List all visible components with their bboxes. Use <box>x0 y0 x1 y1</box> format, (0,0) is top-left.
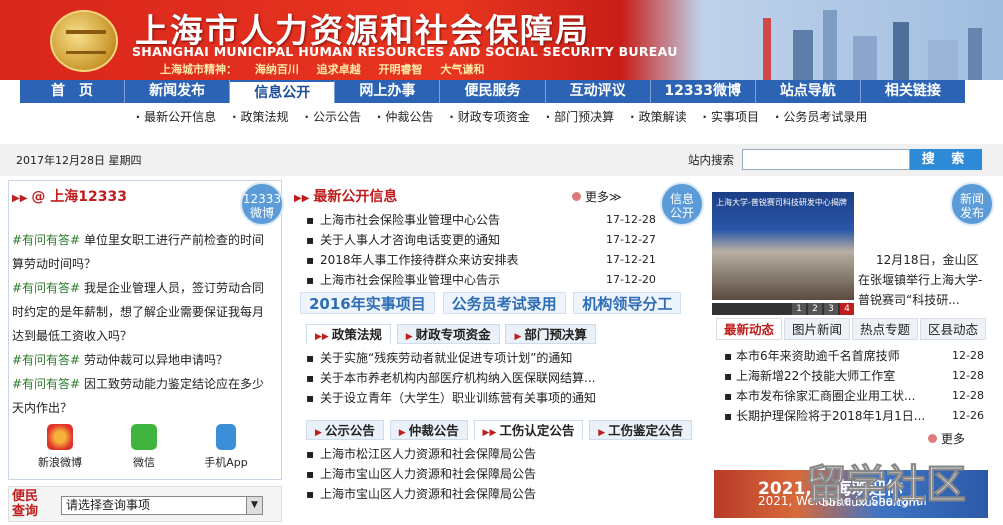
watermark-url: bbs.liuxue86.com <box>822 496 920 509</box>
nav-news[interactable]: 新闻发布 <box>125 80 231 103</box>
latest-info-list: ▪ 上海市社会保险事业管理中心公告 17-12-28 ▪ 关于人事人才咨询电话变更的通… <box>296 210 656 290</box>
list-item[interactable]: ▪ 上海市宝山区人力资源和社会保障局公告 <box>296 464 656 484</box>
nav-online-service[interactable]: 网上办事 <box>335 80 441 103</box>
feature-link[interactable]: 2016年实事项目 <box>300 292 435 314</box>
list-item[interactable]: ▪ 上海新增22个技能大师工作室 12-28 <box>724 366 986 386</box>
tab-district-news[interactable]: 区县动态 <box>920 318 986 340</box>
list-item[interactable]: ▪ 长期护理保险将于2018年1月1日... 12-26 <box>724 406 986 426</box>
pager-dot[interactable]: 3 <box>824 303 838 315</box>
more-link[interactable]: 更多≫ <box>572 188 622 205</box>
feature-links: 2016年实事项目 公务员考试录用 机构领导分工 <box>300 292 700 316</box>
nav-info-disclosure[interactable]: 信息公开 <box>230 80 336 103</box>
tab-photo-news[interactable]: 图片新闻 <box>784 318 850 340</box>
nav-related-links[interactable]: 相关链接 <box>861 80 965 103</box>
nav-weibo[interactable]: 12333微博 <box>651 80 756 103</box>
mobile-app-link[interactable]: 手机App <box>196 424 256 470</box>
tab-policy[interactable]: ▶▶ 政策法规 <box>306 324 391 344</box>
service-query-select[interactable]: 请选择查询事项 ▼ <box>61 496 263 515</box>
news-more-link[interactable]: 更多 <box>928 430 965 447</box>
list-item[interactable]: ▪ 关于实施“残疾劳动者就业促进专项计划”的通知 <box>296 348 656 368</box>
tab-notices[interactable]: ▶ 公示公告 <box>306 420 384 440</box>
tab-arbitration[interactable]: ▶ 仲裁公告 <box>389 420 468 440</box>
service-query-label: 便民查询 <box>12 489 39 519</box>
search-input[interactable] <box>742 149 910 170</box>
nav-interaction[interactable]: 互动评议 <box>546 80 651 103</box>
list-item[interactable]: ▪ 上海市社会保险事业管理中心告示 17-12-20 <box>296 270 656 290</box>
subnav-item[interactable]: · 公示公告 <box>304 110 361 124</box>
nav-sitemap[interactable]: 站点导航 <box>756 80 861 103</box>
chevron-down-icon: ▼ <box>246 497 262 514</box>
tab-budget[interactable]: ▶ 部门预决算 <box>505 324 596 344</box>
news-badge: 新闻 发布 <box>950 182 994 226</box>
news-tabs: 最新动态 图片新闻 热点专题 区县动态 <box>716 318 988 340</box>
service-query: 便民查询 请选择查询事项 ▼ <box>8 486 282 522</box>
weibo-icon <box>47 424 73 450</box>
pager-dot[interactable]: 1 <box>792 303 806 315</box>
tab-injury-appraisal[interactable]: ▶ 工伤鉴定公告 <box>589 420 693 440</box>
nav-public-service[interactable]: 便民服务 <box>440 80 546 103</box>
subnav-item[interactable]: · 仲裁公告 <box>377 110 434 124</box>
date-search-bar: 2017年12月28日 星期四 站内搜索 搜 索 <box>0 144 1003 176</box>
subnav-item[interactable]: · 政策法规 <box>232 110 289 124</box>
nav-home[interactable]: 首 页 <box>20 80 126 103</box>
site-title-en: SHANGHAI MUNICIPAL HUMAN RESOURCES AND S… <box>132 44 678 59</box>
tab-latest[interactable]: 最新动态 <box>716 318 782 340</box>
subnav-item[interactable]: · 最新公开信息 <box>136 110 217 124</box>
tab-injury-recognition[interactable]: ▶▶ 工伤认定公告 <box>473 420 584 440</box>
list-item[interactable]: ▪ 上海市宝山区人力资源和社会保障局公告 <box>296 484 656 504</box>
list-item[interactable]: ▪ 关于人事人才咨询电话变更的通知 17-12-27 <box>296 230 656 250</box>
sub-nav: · 最新公开信息 · 政策法规 · 公示公告 · 仲裁公告 · 财政专项资金 · 部门预决算… <box>0 108 1003 132</box>
phone-icon <box>216 424 236 450</box>
tab-special-funds[interactable]: ▶ 财政专项资金 <box>396 324 500 344</box>
bureau-logo[interactable] <box>50 10 118 72</box>
news-photo[interactable]: 上海大学-普锐赛司科技研发中心揭牌 <box>712 192 854 300</box>
subnav-item[interactable]: · 部门预决算 <box>546 110 615 124</box>
notice-list: ▪ 上海市松江区人力资源和社会保障局公告 ▪ 上海市宝山区人力资源和社会保障局公告 … <box>296 444 656 504</box>
weibo-badge: 12333 微博 <box>240 182 284 226</box>
photo-pager: 1 2 3 4 <box>712 303 854 315</box>
circle-icon <box>572 192 581 201</box>
arrow-icon: ▶▶ <box>12 193 28 204</box>
news-headline[interactable]: 12月18日，金山区在张堰镇举行上海大学-普锐赛司“科技研... <box>858 250 990 310</box>
wechat-link[interactable]: 微信 <box>114 424 174 470</box>
list-item[interactable]: ▪ 2018年人事工作接待群众来访安排表 17-12-21 <box>296 250 656 270</box>
header-banner: 上海市人力资源和社会保障局 SHANGHAI MUNICIPAL HUMAN R… <box>0 0 1003 80</box>
list-item[interactable]: ▪ 本市发布徐家汇商圈企业用工状... 12-28 <box>724 386 986 406</box>
city-motto: 上海城市精神： 海纳百川 追求卓越 开明睿智 大气谦和 <box>160 63 485 76</box>
subnav-item[interactable]: · 财政专项资金 <box>449 110 530 124</box>
qa-item[interactable]: #有问有答# 因工致劳动能力鉴定结论应在多少天内作出？ <box>12 372 268 420</box>
tab-hot-topics[interactable]: 热点专题 <box>852 318 918 340</box>
current-date: 2017年12月28日 星期四 <box>16 154 142 167</box>
list-item[interactable]: ▪ 本市6年来资助逾千名首席技师 12-28 <box>724 346 986 366</box>
pager-dot[interactable]: 2 <box>808 303 822 315</box>
list-item[interactable]: ▪ 上海市松江区人力资源和社会保障局公告 <box>296 444 656 464</box>
subnav-item[interactable]: · 公务员考试录用 <box>775 110 868 124</box>
list-item[interactable]: ▪ 关于本市养老机构内部医疗机构纳入医保联网结算... <box>296 368 656 388</box>
wechat-icon <box>131 424 157 450</box>
photo-caption: 上海大学-普锐赛司科技研发中心揭牌 <box>716 198 847 207</box>
sina-weibo-link[interactable]: 新浪微博 <box>30 424 90 470</box>
list-item[interactable]: ▪ 关于设立青年（大学生）职业训练营有关事项的通知 <box>296 388 656 408</box>
feature-link[interactable]: 公务员考试录用 <box>442 292 566 314</box>
arrow-icon: ▶▶ <box>294 193 310 204</box>
policy-list: ▪ 关于实施“残疾劳动者就业促进专项计划”的通知 ▪ 关于本市养老机构内部医疗机构纳… <box>296 348 656 408</box>
feature-link[interactable]: 机构领导分工 <box>573 292 682 314</box>
weibo-title[interactable]: ▶▶ @ 上海12333 <box>12 186 127 206</box>
skyline-image <box>703 0 1003 80</box>
subnav-item[interactable]: · 实事项目 <box>702 110 759 124</box>
circle-icon <box>928 434 937 443</box>
policy-tabs: ▶▶ 政策法规 ▶ 财政专项资金 ▶ 部门预决算 <box>306 324 598 344</box>
latest-info-title[interactable]: ▶▶ 最新公开信息 <box>294 186 397 206</box>
subnav-item[interactable]: · 政策解读 <box>630 110 687 124</box>
notice-tabs: ▶ 公示公告 ▶ 仲裁公告 ▶▶ 工伤认定公告 ▶ 工伤鉴定公告 <box>306 420 694 440</box>
pager-dot[interactable]: 4 <box>840 303 854 315</box>
search-label: 站内搜索 <box>688 153 734 167</box>
qa-item[interactable]: #有问有答# 单位里女职工进行产前检查的时间算劳动时间吗？ <box>12 228 268 276</box>
search-button[interactable]: 搜 索 <box>910 149 982 170</box>
main-nav: 首 页 新闻发布 信息公开 网上办事 便民服务 互动评议 12333微博 站点导… <box>20 80 965 103</box>
info-badge: 信息 公开 <box>660 182 704 226</box>
qa-item[interactable]: #有问有答# 我是企业管理人员，签订劳动合同时约定的是年薪制，想了解企业需要保证… <box>12 276 268 348</box>
qa-item[interactable]: #有问有答# 劳动仲裁可以异地申请吗？ <box>12 348 268 372</box>
list-item[interactable]: ▪ 上海市社会保险事业管理中心公告 17-12-28 <box>296 210 656 230</box>
